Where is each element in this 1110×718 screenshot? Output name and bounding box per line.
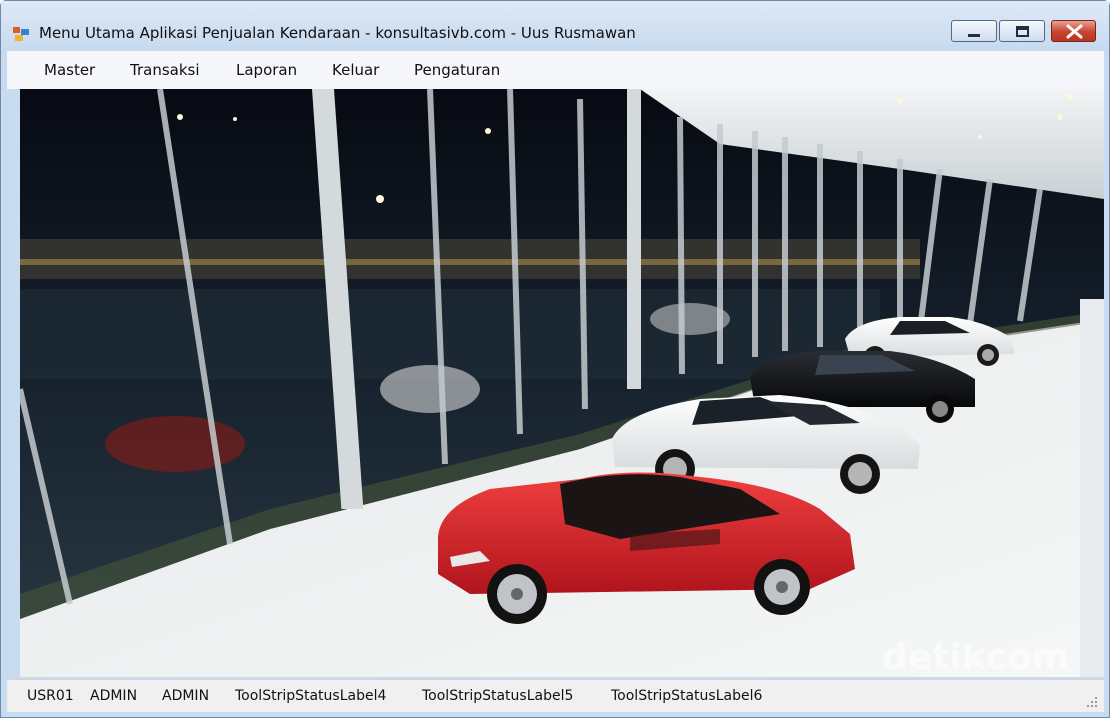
close-icon [1066, 24, 1083, 39]
app-form-icon [13, 27, 29, 41]
maximize-icon [1016, 26, 1029, 37]
menu-pengaturan[interactable]: Pengaturan [414, 61, 500, 79]
title-bar[interactable]: Menu Utama Aplikasi Penjualan Kendaraan … [1, 1, 1109, 51]
maximize-button[interactable] [999, 20, 1045, 42]
main-window: Menu Utama Aplikasi Penjualan Kendaraan … [0, 0, 1110, 718]
showroom-photo: detikcom [20, 89, 1104, 677]
menu-master[interactable]: Master [44, 61, 95, 79]
status-user-id: USR01 [27, 688, 74, 704]
status-user-name: ADMIN [90, 688, 138, 704]
status-bar: USR01 ADMIN ADMIN ToolStripStatusLabel4 … [7, 679, 1104, 712]
resize-grip-icon[interactable] [1086, 696, 1098, 708]
window-title: Menu Utama Aplikasi Penjualan Kendaraan … [39, 24, 636, 42]
menu-bar: Master Transaksi Laporan Keluar Pengatur… [7, 51, 1104, 89]
close-button[interactable] [1051, 20, 1096, 42]
minimize-button[interactable] [951, 20, 997, 42]
status-label-5: ToolStripStatusLabel5 [422, 688, 574, 704]
background-image: detikcom [20, 89, 1104, 677]
status-label-4: ToolStripStatusLabel4 [235, 688, 387, 704]
status-label-6: ToolStripStatusLabel6 [611, 688, 763, 704]
watermark-text: detikcom [882, 637, 1069, 677]
minimize-icon [968, 34, 980, 37]
menu-transaksi[interactable]: Transaksi [130, 61, 200, 79]
menu-laporan[interactable]: Laporan [236, 61, 297, 79]
menu-keluar[interactable]: Keluar [332, 61, 379, 79]
status-user-role: ADMIN [162, 688, 210, 704]
